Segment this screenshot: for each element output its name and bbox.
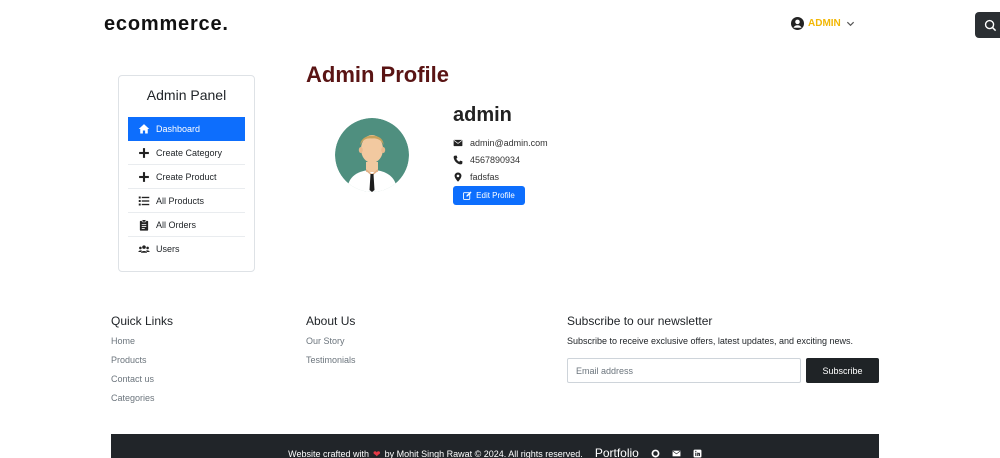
avatar-illustration	[335, 118, 409, 192]
portfolio-link[interactable]: Portfolio	[595, 446, 639, 458]
footer-link-home[interactable]: Home	[111, 336, 135, 346]
menu-item-label: All Products	[156, 195, 205, 206]
profile-name: admin	[453, 104, 512, 126]
page-title: Admin Profile	[306, 62, 450, 87]
credit-suffix: by Mohit Singh Rawat © 2024. All rights …	[384, 449, 583, 458]
github-icon[interactable]	[651, 449, 660, 458]
phone-icon	[453, 155, 463, 165]
user-menu-dropdown[interactable]: ADMIN	[791, 17, 855, 30]
newsletter-email-input[interactable]	[567, 358, 801, 383]
footer-about-title: About Us	[306, 314, 356, 328]
admin-panel-title: Admin Panel	[146, 87, 227, 103]
search-icon	[984, 19, 996, 31]
clipboard-icon	[139, 218, 149, 231]
profile-address-row: fadsfas	[453, 172, 499, 182]
menu-item-label: All Orders	[156, 219, 197, 230]
footer-link-products[interactable]: Products	[111, 355, 147, 365]
linkedin-icon[interactable]	[693, 449, 702, 458]
menu-item-all-products[interactable]: All Products	[128, 189, 245, 213]
admin-menu: Dashboard Create Category Create Product	[128, 117, 245, 261]
page: ecommerce. ADMIN Admin Panel Dashboard C…	[0, 0, 1000, 458]
avatar	[335, 118, 409, 192]
profile-email-row: admin@admin.com	[453, 138, 548, 148]
envelope-icon	[453, 139, 463, 147]
footer-link-our-story[interactable]: Our Story	[306, 336, 345, 346]
credit-prefix: Website crafted with	[288, 449, 370, 458]
admin-panel-sidebar: Admin Panel Dashboard Create Category Cr…	[118, 75, 255, 272]
brand-logo[interactable]: ecommerce.	[104, 13, 229, 36]
home-icon	[138, 124, 150, 134]
edit-profile-label: Edit Profile	[476, 191, 515, 200]
subscribe-button[interactable]: Subscribe	[806, 358, 879, 383]
email-icon[interactable]	[672, 449, 681, 458]
profile-address: fadsfas	[470, 172, 500, 182]
profile-phone: 4567890934	[470, 155, 521, 165]
user-menu-label: ADMIN	[808, 18, 841, 29]
newsletter-description: Subscribe to receive exclusive offers, l…	[567, 336, 853, 346]
list-icon	[138, 196, 150, 205]
plus-icon	[139, 147, 149, 158]
users-icon	[138, 245, 150, 253]
menu-item-label: Dashboard	[156, 124, 201, 134]
heart-icon: ❤	[373, 449, 381, 458]
footer-link-testimonials[interactable]: Testimonials	[306, 355, 356, 365]
menu-item-label: Create Product	[156, 171, 217, 182]
edit-icon	[463, 191, 472, 200]
menu-item-create-category[interactable]: Create Category	[128, 141, 245, 165]
menu-item-create-product[interactable]: Create Product	[128, 165, 245, 189]
menu-item-label: Create Category	[156, 147, 223, 158]
footer-link-contact[interactable]: Contact us	[111, 374, 154, 384]
user-circle-icon	[791, 17, 804, 30]
map-marker-icon	[454, 172, 462, 182]
profile-email: admin@admin.com	[470, 138, 548, 148]
menu-item-label: Users	[156, 244, 180, 254]
menu-item-dashboard[interactable]: Dashboard	[128, 117, 245, 141]
plus-icon	[139, 171, 149, 182]
footer-quick-links-title: Quick Links	[111, 314, 174, 328]
edit-profile-button[interactable]: Edit Profile	[453, 186, 525, 205]
footer-link-categories[interactable]: Categories	[111, 393, 155, 403]
footer-bottom-bar: Website crafted with ❤ by Mohit Singh Ra…	[111, 434, 879, 458]
menu-item-users[interactable]: Users	[128, 237, 245, 261]
chevron-down-icon	[846, 21, 854, 27]
profile-phone-row: 4567890934	[453, 155, 520, 165]
menu-item-all-orders[interactable]: All Orders	[128, 213, 245, 237]
search-button[interactable]	[975, 12, 1000, 38]
newsletter-title: Subscribe to our newsletter	[567, 314, 713, 328]
